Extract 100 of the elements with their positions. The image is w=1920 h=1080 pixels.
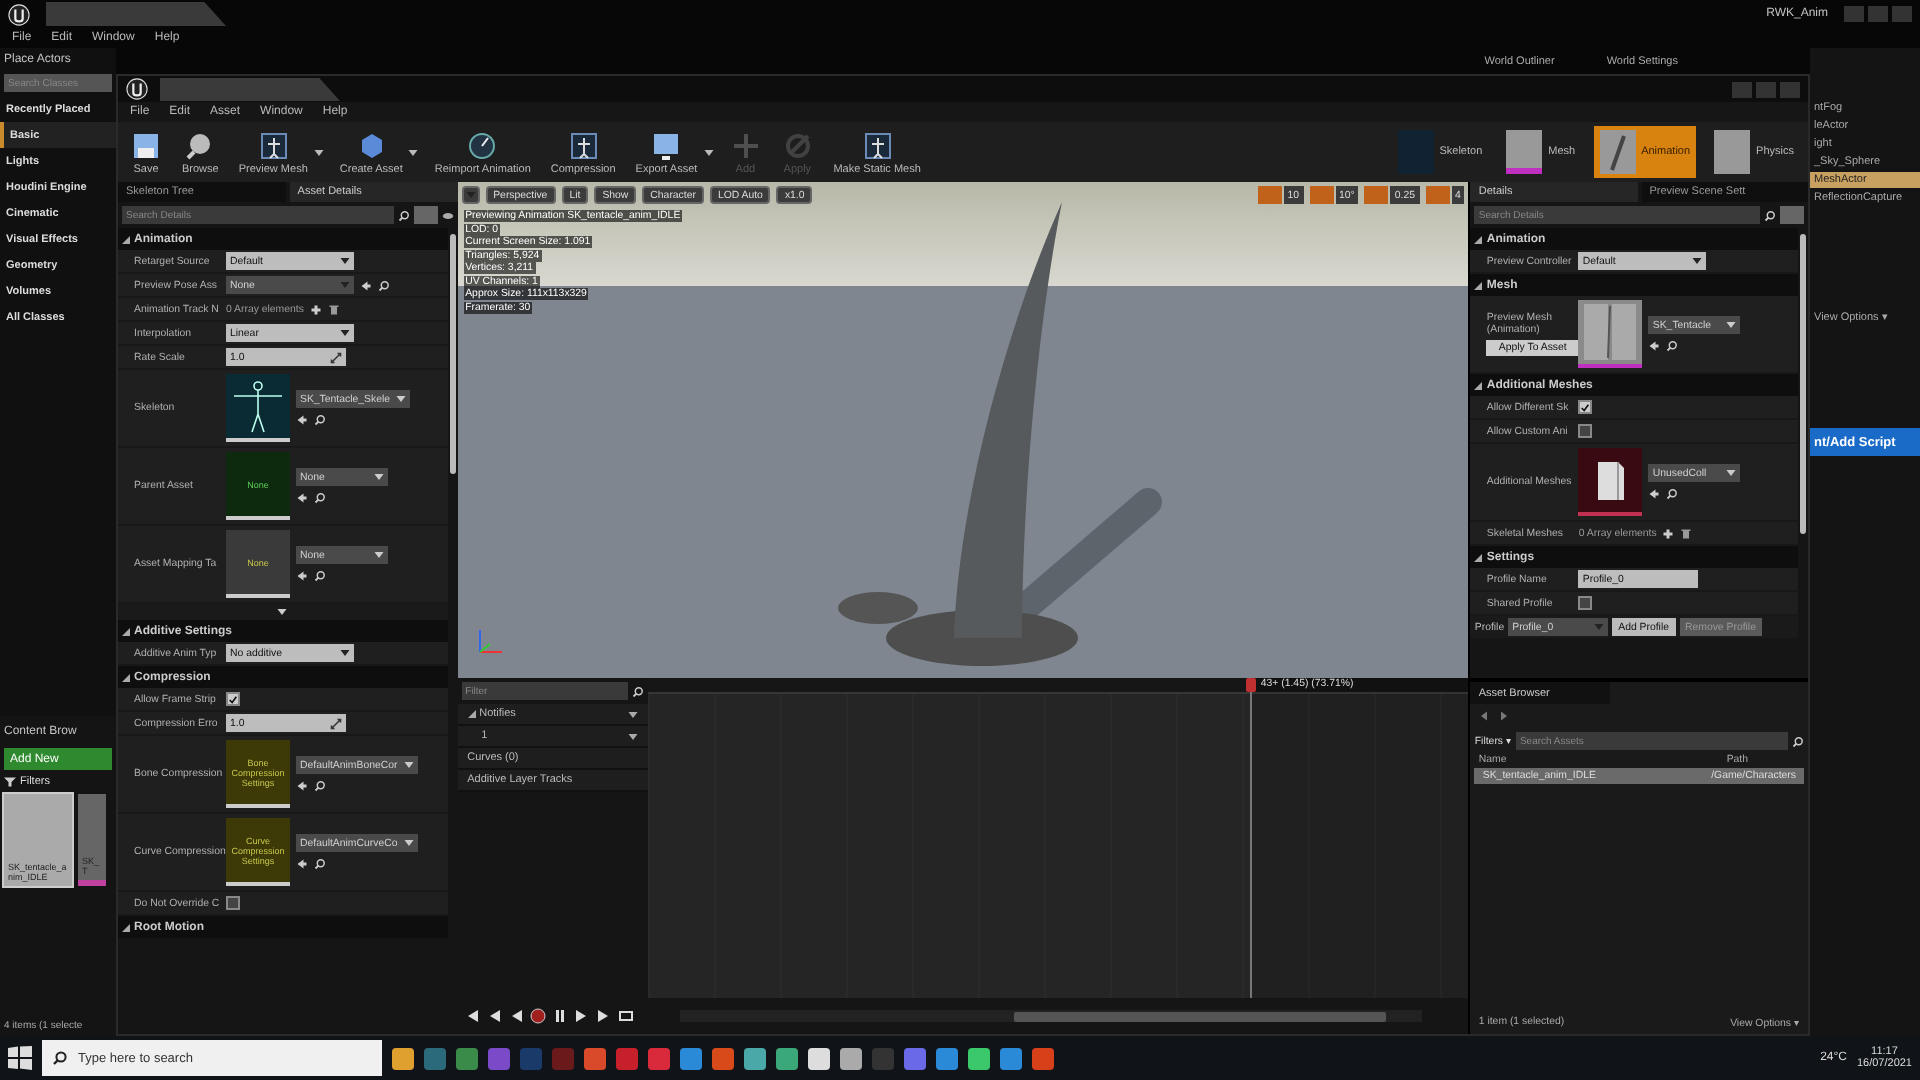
- collapse-arrow-icon[interactable]: [1474, 553, 1483, 561]
- caret-icon: [403, 840, 414, 846]
- collapse-arrow-icon[interactable]: [1474, 281, 1483, 289]
- search-icon[interactable]: [314, 858, 326, 870]
- filter-icon[interactable]: [4, 776, 16, 788]
- collapse-arrow-icon[interactable]: [467, 710, 476, 718]
- checkbox[interactable]: [1578, 400, 1593, 414]
- caret-icon: [340, 282, 350, 288]
- thumbnail-icon: [1506, 130, 1543, 174]
- search-icon[interactable]: [314, 414, 326, 426]
- search-icon[interactable]: [1666, 488, 1679, 500]
- left-arrow-icon[interactable]: [296, 858, 308, 870]
- mesh-thumbnail-drawing: [1580, 302, 1641, 362]
- loop-icon[interactable]: [617, 1008, 634, 1024]
- search-icon[interactable]: [1666, 340, 1679, 352]
- caret-icon: [627, 711, 638, 717]
- record-icon[interactable]: [529, 1008, 546, 1024]
- thumbnail-icon: [1714, 130, 1751, 174]
- trash-icon[interactable]: [327, 303, 340, 315]
- time-ruler[interactable]: [647, 678, 1469, 694]
- caret-icon: [627, 733, 638, 739]
- search-icon: [1763, 209, 1776, 221]
- search-icon: [1791, 735, 1804, 747]
- eye-icon[interactable]: [441, 209, 454, 221]
- collapse-arrow-icon[interactable]: [1474, 381, 1483, 389]
- snap-toggle[interactable]: [1364, 186, 1389, 204]
- scrollbar-thumb[interactable]: [1013, 1011, 1386, 1021]
- left-arrow-icon[interactable]: [296, 780, 308, 792]
- search-icon[interactable]: [314, 570, 326, 582]
- collapse-arrow-icon[interactable]: [122, 235, 130, 243]
- playhead-handle[interactable]: [1246, 678, 1257, 692]
- app-icon[interactable]: [744, 1047, 766, 1069]
- caret-icon: [1692, 258, 1703, 264]
- plus-icon: [729, 129, 762, 161]
- figure-icon: [567, 129, 600, 161]
- grid-button[interactable]: [1779, 206, 1804, 224]
- expand-arrows-icon: [330, 717, 342, 729]
- checkbox[interactable]: [1578, 596, 1593, 610]
- slashed-circle-icon: [781, 129, 814, 161]
- search-icon[interactable]: [314, 492, 326, 504]
- caret-icon: [340, 650, 350, 656]
- skip-back-icon[interactable]: [463, 1008, 480, 1024]
- caret-icon: [403, 762, 414, 768]
- left-arrow-icon[interactable]: [1648, 340, 1661, 352]
- skeleton-drawing: [228, 376, 288, 436]
- forward-arrow-icon[interactable]: [1498, 710, 1511, 722]
- caret-icon: [1726, 470, 1737, 476]
- plus-icon[interactable]: [309, 303, 322, 315]
- step-forward-icon[interactable]: [573, 1008, 590, 1024]
- pause-icon[interactable]: [551, 1008, 568, 1024]
- step-back-icon[interactable]: [485, 1008, 502, 1024]
- axis-gizmo-icon: [473, 626, 506, 658]
- logo-icon: [8, 3, 30, 25]
- caret-icon: [374, 474, 384, 480]
- app-icon[interactable]: [968, 1047, 990, 1069]
- floppy-icon: [130, 129, 162, 161]
- play-reverse-icon[interactable]: [507, 1008, 524, 1024]
- caret-icon: [340, 330, 350, 336]
- back-arrow-icon[interactable]: [1478, 710, 1491, 722]
- expand-arrows-icon: [330, 351, 342, 363]
- figure-icon: [861, 129, 894, 161]
- scrollbar-thumb[interactable]: [1799, 234, 1806, 534]
- search-icon[interactable]: [314, 780, 326, 792]
- caret-icon: [396, 396, 406, 402]
- app-icon[interactable]: [840, 1047, 862, 1069]
- left-arrow-icon[interactable]: [296, 570, 308, 582]
- collapse-arrow-icon[interactable]: [122, 627, 130, 635]
- app-icon[interactable]: [808, 1047, 830, 1069]
- left-arrow-icon[interactable]: [360, 279, 372, 291]
- snap-toggle[interactable]: [1309, 186, 1334, 204]
- snap-toggle[interactable]: [1425, 186, 1449, 204]
- left-arrow-icon[interactable]: [1648, 488, 1661, 500]
- scrollbar-thumb[interactable]: [449, 234, 456, 474]
- chevron-down-icon[interactable]: [276, 606, 289, 618]
- app-icon[interactable]: [392, 1047, 414, 1069]
- checkbox[interactable]: [1578, 424, 1593, 438]
- skip-forward-icon[interactable]: [595, 1008, 612, 1024]
- search-icon: [52, 1050, 68, 1066]
- caret-icon: [1594, 624, 1605, 630]
- checkbox[interactable]: [226, 692, 240, 706]
- left-arrow-icon[interactable]: [296, 492, 308, 504]
- collapse-arrow-icon[interactable]: [122, 673, 130, 681]
- dial-icon: [466, 129, 499, 161]
- trash-icon[interactable]: [1680, 527, 1693, 539]
- checkbox[interactable]: [226, 896, 240, 910]
- search-icon: [397, 209, 410, 221]
- search-icon[interactable]: [378, 279, 390, 291]
- search-icon: [631, 685, 644, 697]
- left-arrow-icon[interactable]: [296, 414, 308, 426]
- figure-icon: [257, 129, 290, 161]
- monitor-icon: [650, 129, 683, 161]
- collapse-arrow-icon[interactable]: [122, 923, 130, 931]
- snap-toggle[interactable]: [1257, 186, 1282, 204]
- plus-icon[interactable]: [1662, 527, 1675, 539]
- collapse-arrow-icon[interactable]: [1474, 235, 1483, 243]
- windows-start-icon[interactable]: [8, 1046, 32, 1070]
- app-icon[interactable]: [776, 1047, 798, 1069]
- caret-icon: [374, 552, 384, 558]
- thumbnail-icon: [1599, 130, 1636, 174]
- caret-icon: [340, 258, 350, 264]
